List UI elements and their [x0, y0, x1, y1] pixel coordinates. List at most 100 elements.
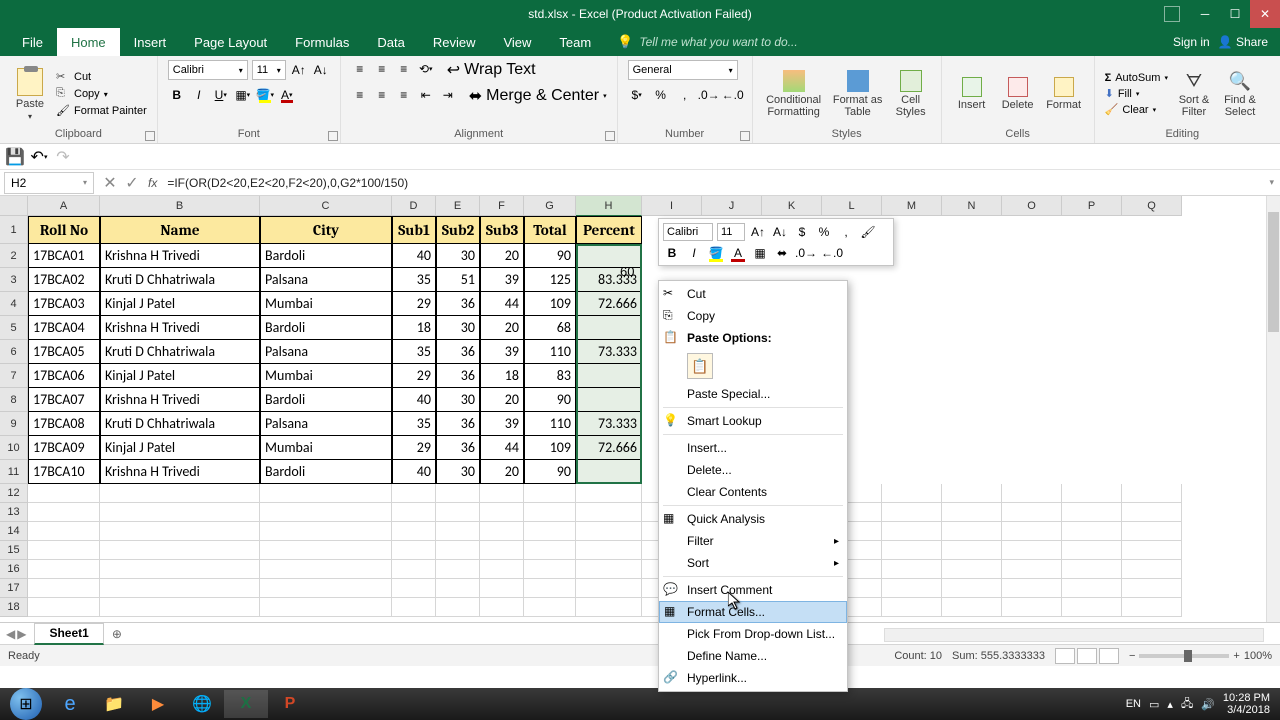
cell-G7[interactable]: 83 — [524, 364, 576, 388]
clipboard-dialog-launcher[interactable] — [145, 131, 155, 141]
cell-B17[interactable] — [100, 579, 260, 598]
cell-C16[interactable] — [260, 560, 392, 579]
mini-italic[interactable]: I — [685, 244, 703, 262]
cell-E17[interactable] — [436, 579, 480, 598]
cell-M16[interactable] — [882, 560, 942, 579]
cell-D6[interactable]: 35 — [392, 340, 436, 364]
tab-view[interactable]: View — [489, 28, 545, 56]
tab-review[interactable]: Review — [419, 28, 490, 56]
cell-F17[interactable] — [480, 579, 524, 598]
cell-G9[interactable]: 110 — [524, 412, 576, 436]
taskbar-excel[interactable]: X — [224, 690, 268, 718]
mini-fill-color[interactable]: 🪣 — [707, 244, 725, 262]
cell-B3[interactable]: Kruti D Chhatriwala — [100, 268, 260, 292]
cut-button[interactable]: Cut — [56, 70, 147, 84]
mini-font-color[interactable]: A — [729, 244, 747, 262]
row-header-18[interactable]: 18 — [0, 598, 28, 617]
cell-D4[interactable]: 29 — [392, 292, 436, 316]
undo-button[interactable]: ↶▾ — [30, 148, 48, 166]
cell-N14[interactable] — [942, 522, 1002, 541]
column-header-M[interactable]: M — [882, 196, 942, 216]
cell-A18[interactable] — [28, 598, 100, 617]
cell-H4[interactable]: 72.666 — [576, 292, 642, 316]
cell-H18[interactable] — [576, 598, 642, 617]
cell-G18[interactable] — [524, 598, 576, 617]
cell-C5[interactable]: Bardoli — [260, 316, 392, 340]
cell-A5[interactable]: 17BCA04 — [28, 316, 100, 340]
cell-D11[interactable]: 40 — [392, 460, 436, 484]
cell-H10[interactable]: 72.666 — [576, 436, 642, 460]
column-header-K[interactable]: K — [762, 196, 822, 216]
column-header-I[interactable]: I — [642, 196, 702, 216]
row-header-16[interactable]: 16 — [0, 560, 28, 579]
tray-expand-icon[interactable]: ▴ — [1167, 698, 1173, 711]
row-header-14[interactable]: 14 — [0, 522, 28, 541]
cell-H14[interactable] — [576, 522, 642, 541]
cm-filter[interactable]: Filter — [659, 530, 847, 552]
sheet-nav-next[interactable]: ▶ — [17, 627, 26, 641]
cell-P16[interactable] — [1062, 560, 1122, 579]
fill-button[interactable]: ⬇Fill▾ — [1105, 87, 1168, 100]
mini-decrease-decimal[interactable]: ←.0 — [821, 244, 843, 262]
tray-network-icon[interactable]: 🖧 — [1181, 695, 1193, 714]
zoom-level[interactable]: 100% — [1244, 650, 1272, 662]
sort-filter-button[interactable]: ᗊSort & Filter — [1174, 71, 1214, 118]
cell-C14[interactable] — [260, 522, 392, 541]
cell-D5[interactable]: 18 — [392, 316, 436, 340]
cell-O15[interactable] — [1002, 541, 1062, 560]
row-header-9[interactable]: 9 — [0, 412, 28, 436]
cell-F14[interactable] — [480, 522, 524, 541]
cell-B12[interactable] — [100, 484, 260, 503]
tab-insert[interactable]: Insert — [120, 28, 181, 56]
row-header-5[interactable]: 5 — [0, 316, 28, 340]
zoom-slider[interactable] — [1139, 654, 1229, 658]
cell-styles-button[interactable]: Cell Styles — [891, 70, 931, 118]
cell-F18[interactable] — [480, 598, 524, 617]
cell-D10[interactable]: 29 — [392, 436, 436, 460]
cell-B4[interactable]: Kinjal J Patel — [100, 292, 260, 316]
cell-B2[interactable]: Krishna H Trivedi — [100, 244, 260, 268]
cell-B8[interactable]: Krishna H Trivedi — [100, 388, 260, 412]
cell-E18[interactable] — [436, 598, 480, 617]
cell-D9[interactable]: 35 — [392, 412, 436, 436]
ribbon-display-icon[interactable] — [1164, 6, 1180, 22]
align-left-button[interactable]: ≡ — [351, 86, 369, 104]
font-name-select[interactable]: Calibri▾ — [168, 60, 248, 80]
mini-currency[interactable]: $ — [793, 223, 811, 241]
cell-Q12[interactable] — [1122, 484, 1182, 503]
cell-G8[interactable]: 90 — [524, 388, 576, 412]
tab-page-layout[interactable]: Page Layout — [180, 28, 281, 56]
cell-B14[interactable] — [100, 522, 260, 541]
taskbar-media[interactable]: ▶ — [136, 690, 180, 718]
cm-insert[interactable]: Insert... — [659, 437, 847, 459]
mini-decrease-font[interactable]: A↓ — [771, 223, 789, 241]
row-header-1[interactable]: 1 — [0, 216, 28, 244]
cell-E13[interactable] — [436, 503, 480, 522]
cell-E2[interactable]: 30 — [436, 244, 480, 268]
increase-decimal-button[interactable]: .0→ — [700, 86, 718, 104]
cell-B18[interactable] — [100, 598, 260, 617]
cell-B11[interactable]: Krishna H Trivedi — [100, 460, 260, 484]
cell-G6[interactable]: 110 — [524, 340, 576, 364]
cell-O18[interactable] — [1002, 598, 1062, 617]
cell-E11[interactable]: 30 — [436, 460, 480, 484]
cell-D8[interactable]: 40 — [392, 388, 436, 412]
share-button[interactable]: 👤 Share — [1218, 35, 1268, 49]
italic-button[interactable]: I — [190, 86, 208, 104]
cell-N18[interactable] — [942, 598, 1002, 617]
cell-B16[interactable] — [100, 560, 260, 579]
view-page-layout-button[interactable] — [1077, 648, 1097, 664]
cell-C18[interactable] — [260, 598, 392, 617]
tab-team[interactable]: Team — [545, 28, 605, 56]
decrease-indent-button[interactable]: ⇤ — [417, 86, 435, 104]
merge-center-button[interactable]: ⬌Merge & Center▾ — [469, 86, 607, 106]
cell-E9[interactable]: 36 — [436, 412, 480, 436]
cell-F2[interactable]: 20 — [480, 244, 524, 268]
column-header-B[interactable]: B — [100, 196, 260, 216]
mini-comma[interactable]: , — [837, 223, 855, 241]
header-cell-city[interactable]: City — [260, 216, 392, 244]
fx-icon[interactable]: fx — [148, 176, 157, 190]
cell-C12[interactable] — [260, 484, 392, 503]
tray-clock[interactable]: 10:28 PM3/4/2018 — [1223, 692, 1270, 716]
tab-formulas[interactable]: Formulas — [281, 28, 363, 56]
